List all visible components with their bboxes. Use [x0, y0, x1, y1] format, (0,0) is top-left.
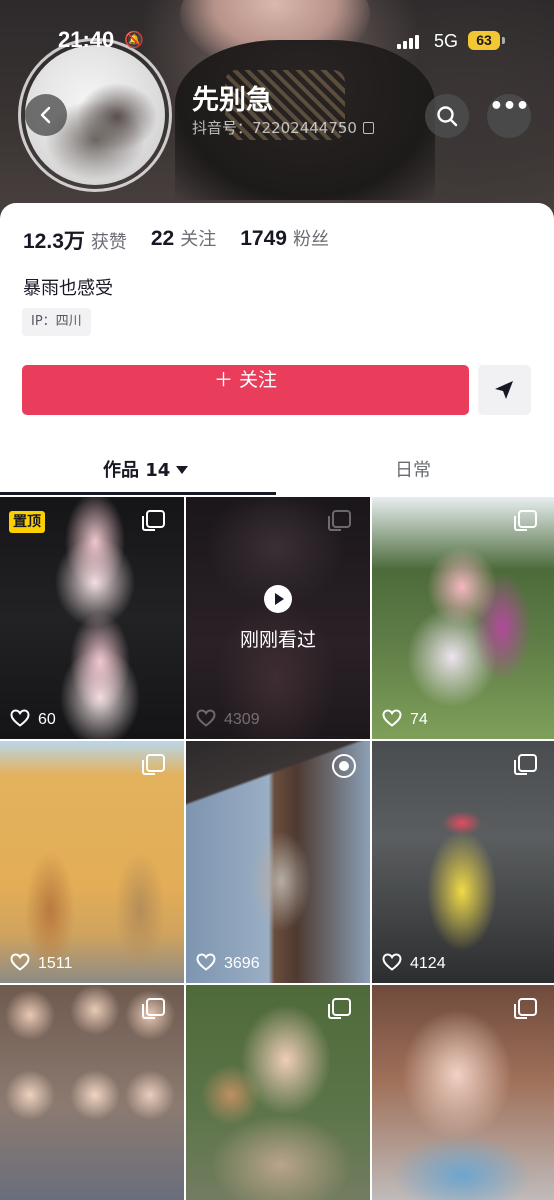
signal-icon [397, 33, 419, 49]
status-time: 21:40 [58, 27, 115, 52]
more-icon: ••• [489, 94, 529, 119]
content-tabs: 作品 14 日常 [0, 448, 554, 494]
video-tile[interactable]: 置顶 60 [0, 497, 184, 739]
multi-image-icon [514, 754, 537, 775]
stat-likes: 12.3万 获赞 [23, 225, 127, 255]
more-button[interactable]: ••• [487, 94, 531, 138]
like-count: 4124 [382, 953, 446, 973]
multi-image-icon [142, 754, 165, 775]
like-count-value: 3696 [224, 955, 260, 972]
live-photo-icon [332, 754, 356, 778]
multi-image-icon [328, 998, 351, 1019]
stat-followers[interactable]: 1749 粉丝 [240, 225, 329, 255]
follow-button[interactable]: ＋ 关注 [22, 365, 469, 415]
heart-icon [196, 953, 216, 971]
multi-image-icon [142, 510, 165, 531]
tab-daily[interactable]: 日常 [395, 456, 431, 482]
search-icon [437, 106, 458, 127]
caret-down-icon [176, 466, 189, 474]
ip-location-tag: IP：四川 [22, 308, 91, 336]
multi-image-icon [514, 510, 537, 531]
like-count-value: 74 [410, 711, 428, 728]
tab-works[interactable]: 作品 14 [103, 456, 189, 482]
battery-tip [502, 37, 505, 44]
multi-image-icon [514, 998, 537, 1019]
stat-following[interactable]: 22 关注 [151, 225, 216, 255]
stats-row: 12.3万 获赞 22 关注 1749 粉丝 [23, 225, 329, 255]
like-count: 74 [382, 709, 428, 729]
bio-text: 暴雨也感受 [23, 278, 113, 299]
chevron-left-icon [40, 106, 51, 124]
video-tile[interactable] [186, 985, 370, 1200]
like-count-value: 1511 [38, 955, 73, 972]
like-count-value: 4309 [224, 711, 260, 728]
active-tab-indicator [0, 492, 276, 495]
stat-label: 粉丝 [292, 229, 329, 250]
back-button[interactable] [25, 94, 67, 136]
video-tile[interactable]: 1511 [0, 741, 184, 983]
stat-value: 12.3万 [23, 230, 85, 253]
like-count: 60 [10, 709, 56, 729]
network-type: 5G [434, 31, 459, 51]
like-count-value: 60 [38, 711, 56, 728]
recently-watched-label: 刚刚看过 [239, 629, 316, 651]
heart-icon [196, 709, 216, 727]
recently-watched-overlay: 刚刚看过 [186, 585, 370, 652]
video-tile[interactable]: 刚刚看过 4309 [186, 497, 370, 739]
douyin-id: 抖音号：72202444750 [192, 119, 357, 137]
heart-icon [10, 709, 30, 727]
copy-icon[interactable] [362, 122, 374, 134]
video-tile[interactable] [0, 985, 184, 1200]
pinned-badge: 置顶 [9, 511, 45, 533]
heart-icon [10, 953, 30, 971]
like-count: 1511 [10, 953, 72, 973]
mute-icon: 🔕 [124, 30, 144, 49]
douyin-id-row[interactable]: 抖音号：72202444750 [192, 117, 374, 138]
profile-header-cover: 21:40 🔕 5G 63 先别急 抖音号：72202444750 ••• [0, 0, 554, 225]
multi-image-icon [142, 998, 165, 1019]
video-grid: 置顶 60 刚刚看过 4309 74 1511 3696 4124 [0, 497, 554, 1200]
multi-image-icon [328, 510, 351, 531]
play-icon [264, 585, 292, 613]
stat-value: 1749 [240, 227, 287, 250]
like-count: 3696 [196, 953, 260, 973]
video-tile[interactable]: 4124 [372, 741, 554, 983]
heart-icon [382, 953, 402, 971]
video-tile[interactable]: 3696 [186, 741, 370, 983]
tab-label: 作品 14 [103, 460, 171, 481]
like-count-value: 4124 [410, 955, 446, 972]
nickname: 先别急 [192, 85, 273, 116]
share-button[interactable] [478, 365, 531, 415]
video-tile[interactable]: 74 [372, 497, 554, 739]
heart-icon [382, 709, 402, 727]
battery-level: 63 [468, 31, 500, 50]
video-tile[interactable] [372, 985, 554, 1200]
search-button[interactable] [425, 94, 469, 138]
send-icon [495, 381, 513, 399]
stat-label: 关注 [180, 229, 217, 250]
stat-label: 获赞 [90, 232, 127, 253]
like-count: 4309 [196, 709, 260, 729]
stat-value: 22 [150, 227, 175, 250]
